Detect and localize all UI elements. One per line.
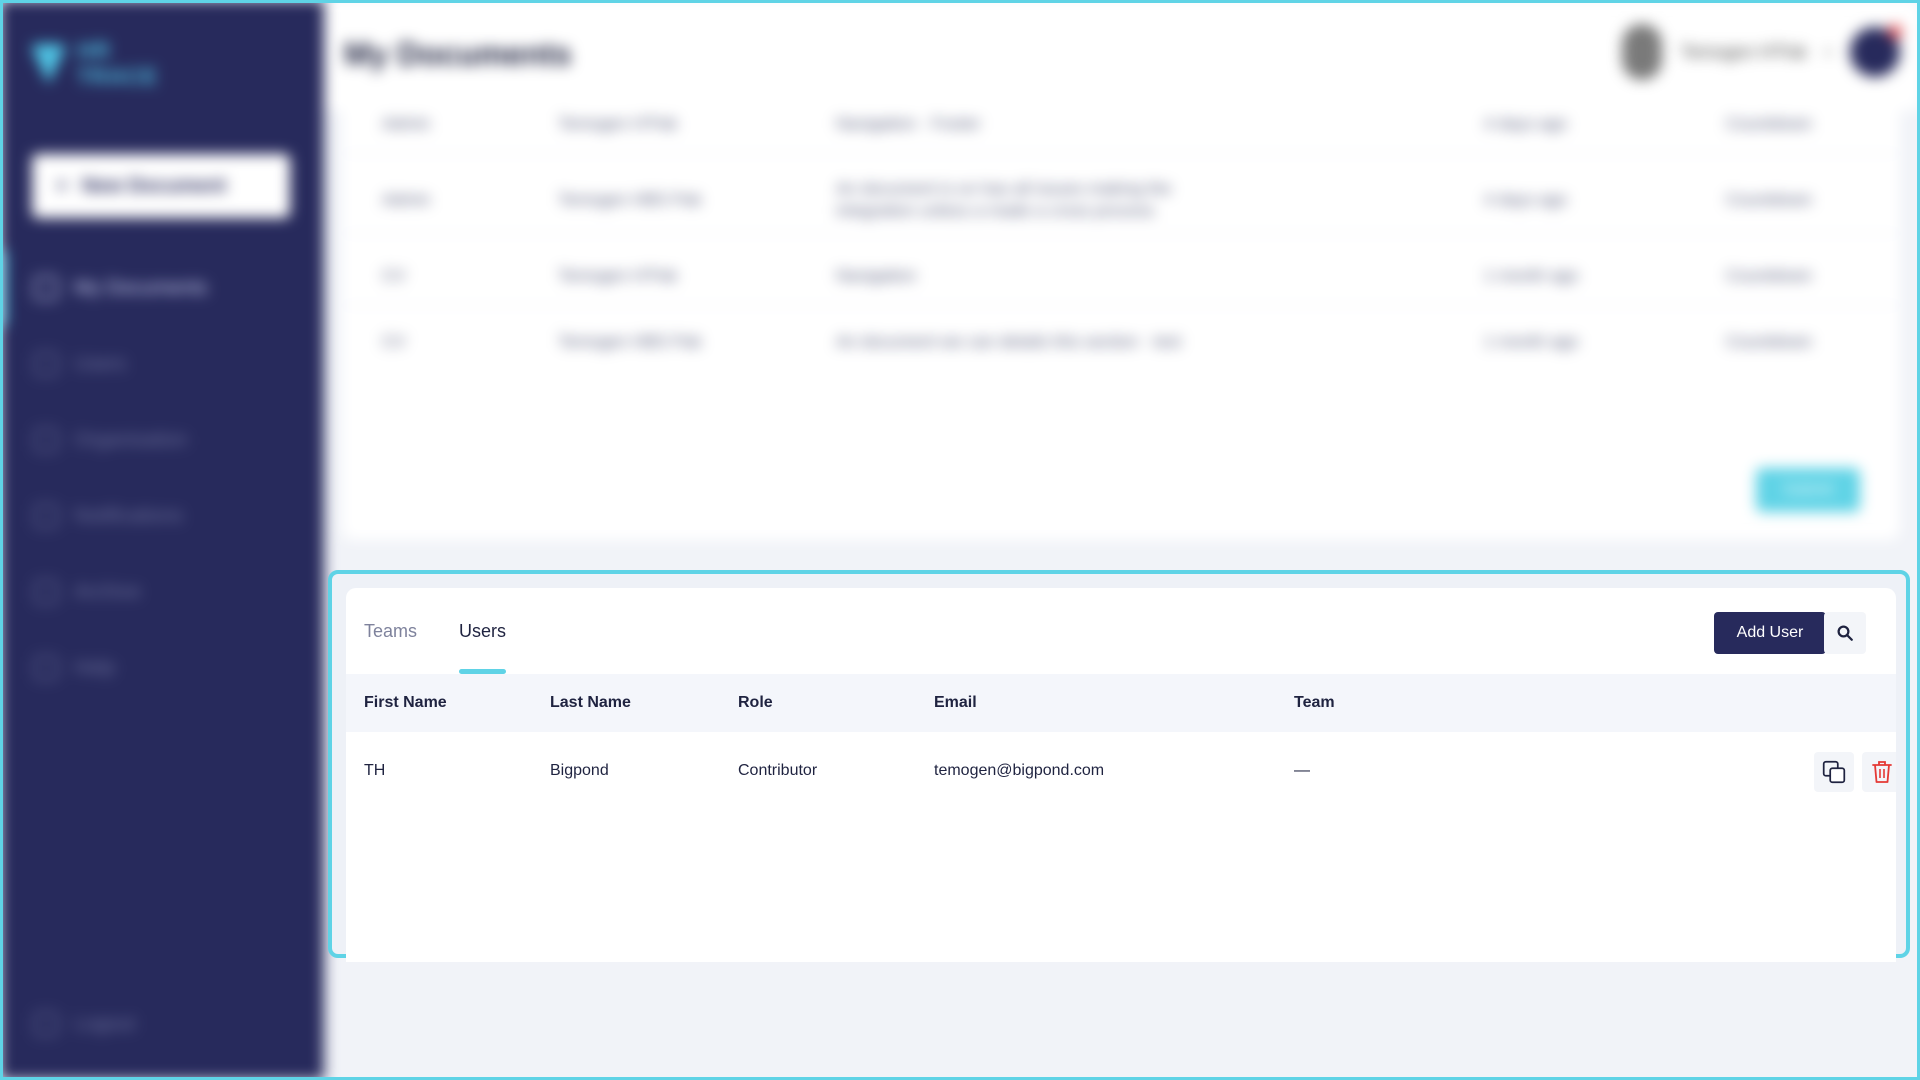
new-document-button[interactable]: + New Document: [32, 154, 290, 218]
doc-description: Navigation: [836, 266, 917, 285]
user-profile-menu[interactable]: Temogen H'Pak ▾: [1622, 24, 1902, 80]
column-last-name[interactable]: Last Name: [550, 674, 631, 732]
sidebar-item-label: Notifications: [74, 504, 183, 527]
doc-owner: Temogen HBS Pak: [558, 332, 702, 351]
row-divider: [342, 232, 1900, 234]
help-icon: [34, 656, 58, 680]
sidebar-item-notifications[interactable]: Notifications: [0, 478, 324, 554]
sidebar-item-label: Help: [74, 656, 116, 679]
users-card: Teams Users Add User First Name Last Nam…: [346, 588, 1896, 962]
cell-team: —: [1294, 762, 1310, 779]
new-document-label: New Document: [81, 174, 227, 197]
doc-type: CV: [382, 332, 406, 351]
delete-button[interactable]: [1862, 752, 1896, 792]
doc-type: Admin: [382, 190, 431, 209]
top-bar: My Documents Temogen H'Pak ▾: [324, 0, 1920, 110]
logout-label: Logout: [74, 1012, 136, 1035]
cell-email: temogen@bigpond.com: [934, 762, 1105, 779]
tab-teams[interactable]: Teams: [364, 588, 417, 674]
doc-description: An document is on has all issues making …: [836, 179, 1172, 220]
doc-status: Countdown: [1726, 114, 1813, 133]
doc-status: Countdown: [1726, 332, 1813, 351]
doc-status: Countdown: [1726, 190, 1813, 209]
cell-role: Contributor: [738, 762, 818, 779]
archive-icon: [34, 580, 58, 604]
cell-last-name: Bigpond: [550, 762, 609, 779]
copy-button[interactable]: [1814, 752, 1854, 792]
avatar[interactable]: [1850, 25, 1902, 77]
row-divider: [342, 152, 1900, 154]
doc-age: 4 days ago: [1484, 190, 1568, 209]
sidebar-item-users[interactable]: Users: [0, 326, 324, 402]
column-role[interactable]: Role: [738, 674, 773, 732]
doc-age: 1 month ago: [1484, 266, 1579, 285]
app-logo[interactable]: HR TRACE: [30, 38, 190, 89]
logo-text: HR TRACE: [77, 38, 158, 89]
users-panel: Teams Users Add User First Name Last Nam…: [328, 570, 1910, 962]
row-divider: [342, 304, 1900, 306]
search-button[interactable]: [1824, 612, 1866, 654]
sidebar-item-label: Archive: [74, 580, 141, 603]
sidebar-item-archive[interactable]: Archive: [0, 554, 324, 630]
column-team[interactable]: Team: [1294, 674, 1335, 732]
document-icon: [34, 276, 58, 300]
doc-owner: Temogen H'Pak: [558, 266, 678, 285]
doc-owner: Temogen H'Pak: [558, 114, 678, 133]
sidebar: HR TRACE + New Document My Documents Use…: [0, 0, 324, 1080]
sidebar-item-my-documents[interactable]: My Documents: [0, 250, 324, 326]
doc-age: 1 month ago: [1484, 332, 1579, 351]
doc-description: An document we can details this section …: [836, 332, 1181, 351]
column-email[interactable]: Email: [934, 674, 977, 732]
copy-icon: [1822, 760, 1846, 784]
doc-type: CV: [382, 266, 406, 285]
sidebar-item-label: Users: [74, 352, 127, 375]
add-user-button[interactable]: Add User: [1714, 612, 1826, 654]
trash-icon: [1872, 761, 1892, 783]
doc-type: Admin: [382, 114, 431, 133]
chevron-down-icon: ▾: [1824, 43, 1832, 60]
sidebar-nav: My Documents Users Organisation Notifica…: [0, 250, 324, 706]
sidebar-item-label: My Documents: [74, 276, 208, 299]
table-header: First Name Last Name Role Email Team: [346, 674, 1896, 732]
cell-first-name: TH: [364, 762, 386, 779]
plus-icon: +: [56, 174, 68, 197]
logout-icon: [34, 1012, 58, 1036]
documents-card: Admin Temogen H'Pak Navigation · Footer …: [342, 100, 1900, 540]
user-photo: [1622, 24, 1663, 80]
search-icon: [1837, 625, 1853, 641]
building-icon: [34, 428, 58, 452]
submit-button[interactable]: Submit: [1756, 468, 1860, 512]
user-name: Temogen H'Pak: [1680, 41, 1807, 62]
sidebar-item-help[interactable]: Help: [0, 630, 324, 706]
logo-mark-icon: [30, 44, 68, 84]
column-first-name[interactable]: First Name: [364, 674, 447, 732]
table-row[interactable]: TH Bigpond Contributor temogen@bigpond.c…: [346, 732, 1896, 810]
doc-owner: Temogen HBS Pak: [558, 190, 702, 209]
doc-status: Countdown: [1726, 266, 1813, 285]
doc-description: Navigation · Footer: [836, 114, 981, 133]
sidebar-item-organisation[interactable]: Organisation: [0, 402, 324, 478]
page-title: My Documents: [344, 36, 572, 72]
bell-icon: [34, 504, 58, 528]
panel-tabs: Teams Users: [364, 588, 507, 674]
sidebar-item-label: Organisation: [74, 428, 188, 451]
tab-users[interactable]: Users: [459, 588, 507, 674]
logout-button[interactable]: Logout: [34, 1012, 135, 1036]
doc-age: 4 days ago: [1484, 114, 1568, 133]
user-icon: [34, 352, 58, 376]
